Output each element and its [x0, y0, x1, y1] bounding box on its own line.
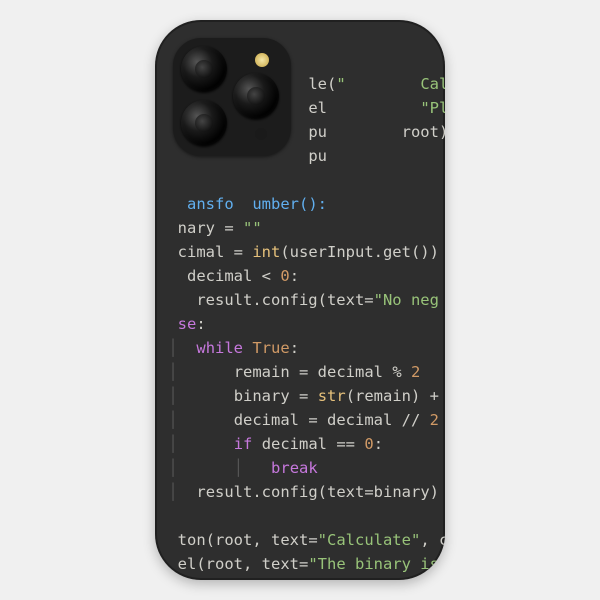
- code-line: │ remain = decimal % 2: [159, 363, 420, 381]
- code-line: cimal = int(userInput.get()): [159, 243, 439, 261]
- code-line: │ if decimal == 0:: [159, 435, 383, 453]
- camera-module: [173, 38, 291, 156]
- code-line: decimal < 0:: [159, 267, 299, 285]
- code-line: el(root, text="The binary is: [159, 555, 439, 573]
- camera-lens-icon: [181, 46, 227, 92]
- code-line: nary = "": [159, 219, 262, 237]
- code-line: = tk.Label(root): [159, 579, 318, 580]
- phone-case-product: le(" Calculator") el "Please enter pu ro…: [155, 20, 445, 580]
- camera-lens-icon: [233, 73, 279, 119]
- code-line: │ binary = str(remain) +: [159, 387, 439, 405]
- code-line: │ │ break: [159, 459, 318, 477]
- code-line: [159, 171, 168, 189]
- code-line: │ while True:: [159, 339, 299, 357]
- code-line: │ result.config(text=binary): [159, 483, 439, 501]
- code-line: ton(root, text="Calculate", c: [159, 531, 445, 549]
- code-line: [159, 507, 168, 525]
- lidar-sensor-icon: [255, 128, 267, 140]
- code-line: se:: [159, 315, 206, 333]
- flash-icon: [255, 53, 269, 67]
- code-line: │ decimal = decimal // 2: [159, 411, 439, 429]
- code-line: ansfo umber():: [159, 195, 327, 213]
- camera-lens-icon: [181, 100, 227, 146]
- code-line: result.config(text="No neg: [159, 291, 439, 309]
